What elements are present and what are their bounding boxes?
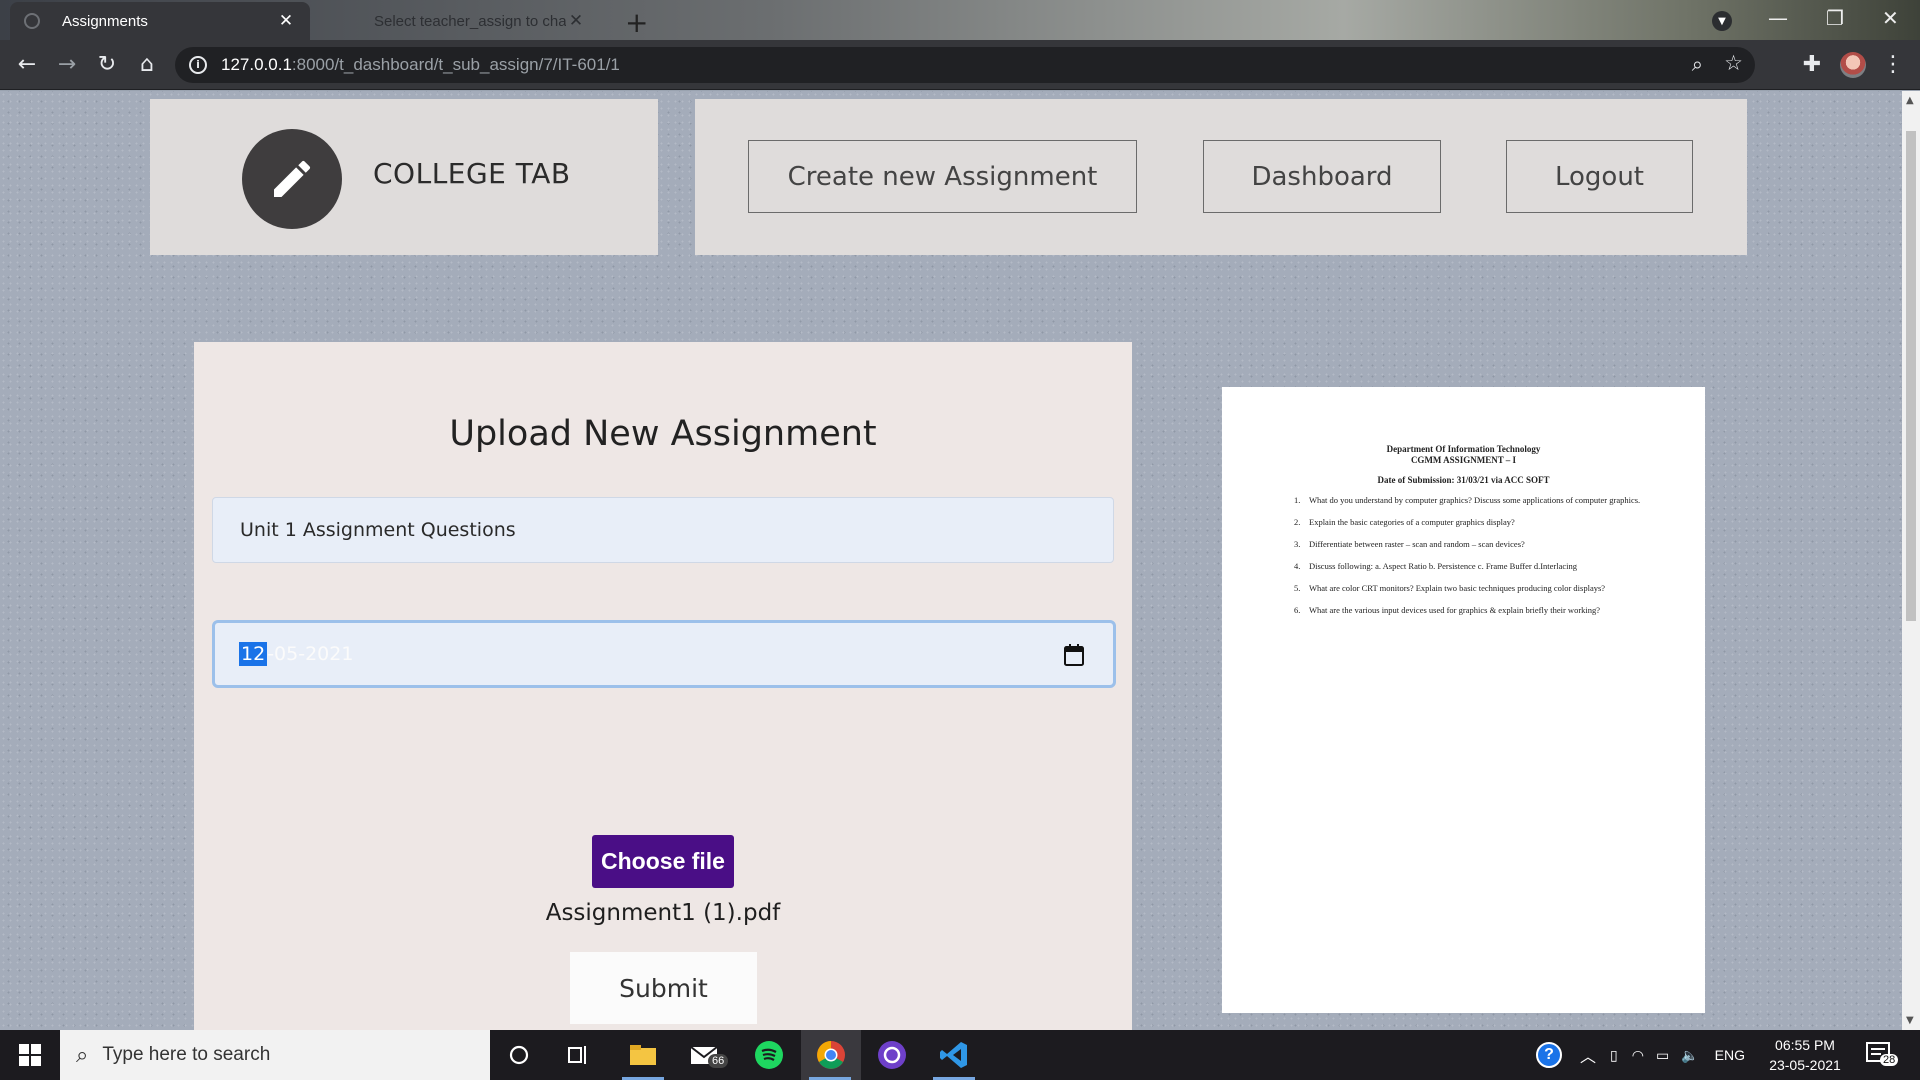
bookmark-star-icon[interactable]: ☆ — [1724, 51, 1743, 75]
help-icon[interactable]: ? — [1536, 1042, 1562, 1068]
clock[interactable]: 06:55 PM 23-05-2021 — [1760, 1035, 1850, 1075]
list-item: 4. Discuss following: a. Aspect Ratio b. … — [1294, 561, 1578, 571]
date-rest-segment[interactable]: -05-2021 — [267, 643, 353, 665]
browser-toolbar: ← → ↻ ⌂ i 127.0.0.1:8000/t_dashboard/t_s… — [0, 40, 1920, 90]
logout-button[interactable]: Logout — [1506, 140, 1693, 213]
tab-assignments[interactable]: Assignments ✕ — [10, 2, 310, 40]
list-item: 6. What are the various input devices use… — [1294, 605, 1601, 615]
task-view-icon[interactable] — [550, 1030, 608, 1080]
mail-badge: 66 — [708, 1054, 729, 1068]
dashboard-button[interactable]: Dashboard — [1203, 140, 1441, 213]
upload-form: Upload New Assignment Unit 1 Assignment … — [194, 342, 1132, 1042]
create-assignment-button[interactable]: Create new Assignment — [748, 140, 1137, 213]
home-icon[interactable]: ⌂ — [134, 52, 160, 78]
close-icon[interactable]: ✕ — [566, 11, 586, 31]
chevron-up-icon[interactable]: ︿ — [1580, 1043, 1596, 1067]
tab-select-teacher-assign[interactable]: Select teacher_assign to change ✕ — [320, 2, 600, 40]
address-bar[interactable]: i 127.0.0.1:8000/t_dashboard/t_sub_assig… — [175, 47, 1755, 83]
clock-time: 06:55 PM — [1775, 1037, 1835, 1053]
question-text: What do you understand by computer graph… — [1309, 495, 1641, 505]
due-date-input[interactable]: 12 -05-2021 — [212, 620, 1116, 688]
vscode-icon[interactable] — [925, 1030, 983, 1080]
scroll-up-icon[interactable]: ▲ — [1906, 95, 1914, 106]
question-text: Differentiate between raster – scan and … — [1309, 539, 1525, 549]
window-close-icon[interactable]: ✕ — [1882, 6, 1899, 30]
pdf-preview[interactable]: Department Of Information Technology CGM… — [1222, 387, 1705, 1013]
url-host: 127.0.0.1 — [221, 55, 292, 74]
menu-icon[interactable]: ⋮ — [1880, 52, 1906, 78]
choose-file-button[interactable]: Choose file — [592, 835, 734, 888]
brand-header: COLLEGE TAB — [150, 99, 658, 255]
list-item: 5. What are color CRT monitors? Explain t… — [1294, 583, 1606, 593]
system-tray: ? ︿ ▯ ◠ ▭ 🔈 ENG — [1536, 1030, 1745, 1080]
chrome-icon[interactable] — [801, 1030, 861, 1080]
list-item: 2. Explain the basic categories of a comp… — [1294, 517, 1515, 527]
reload-icon[interactable]: ↻ — [94, 52, 120, 78]
form-title: Upload New Assignment — [449, 414, 877, 454]
question-text: What are the various input devices used … — [1309, 605, 1601, 615]
device-icon[interactable]: ▯ — [1610, 1047, 1618, 1064]
site-info-icon[interactable]: i — [189, 56, 207, 74]
question-text: Discuss following: a. Aspect Ratio b. Pe… — [1309, 561, 1578, 571]
profile-avatar[interactable] — [1840, 52, 1866, 78]
list-item: 1. What do you understand by computer gra… — [1294, 495, 1641, 505]
loading-favicon-icon — [24, 13, 40, 29]
clock-date: 23-05-2021 — [1769, 1057, 1841, 1073]
restore-icon[interactable]: ❐ — [1826, 6, 1844, 30]
nav-bar: Create new Assignment Dashboard Logout — [695, 99, 1747, 255]
question-text: What are color CRT monitors? Explain two… — [1309, 583, 1606, 593]
zoom-icon[interactable]: ⌕ — [1692, 52, 1703, 76]
wifi-icon[interactable]: ◠ — [1632, 1047, 1644, 1064]
tab-search-icon[interactable]: ▼ — [1712, 11, 1732, 31]
tab-label: Assignments — [62, 12, 148, 30]
preview-assignment-title: CGMM ASSIGNMENT – I — [1410, 455, 1517, 465]
date-day-segment[interactable]: 12 — [239, 642, 268, 666]
preview-submission-date: Date of Submission: 31/03/21 via ACC SOF… — [1377, 475, 1550, 485]
scroll-down-icon[interactable]: ▼ — [1906, 1015, 1914, 1026]
preview-question-list: 1. What do you understand by computer gra… — [1294, 494, 1664, 626]
close-icon[interactable]: ✕ — [276, 11, 296, 31]
notification-icon[interactable]: 28 — [1866, 1042, 1899, 1070]
page-scrollbar[interactable]: ▲ ▼ — [1902, 91, 1920, 1030]
forward-icon[interactable]: → — [54, 52, 80, 78]
language-indicator[interactable]: ENG — [1715, 1047, 1745, 1063]
file-explorer-icon[interactable] — [614, 1030, 672, 1080]
brand-title: COLLEGE TAB — [373, 157, 571, 190]
volume-icon[interactable]: 🔈 — [1681, 1047, 1698, 1064]
minimize-icon[interactable]: — — [1768, 6, 1788, 30]
selected-file-name: Assignment1 (1).pdf — [545, 900, 781, 926]
search-placeholder: Type here to search — [102, 1044, 271, 1065]
spotify-icon[interactable] — [740, 1030, 798, 1080]
url-path: :8000/t_dashboard/t_sub_assign/7/IT-601/… — [291, 55, 620, 74]
battery-icon[interactable]: ▭ — [1656, 1047, 1669, 1064]
windows-start-icon[interactable] — [0, 1030, 60, 1080]
extensions-icon[interactable]: ✚ — [1799, 52, 1825, 78]
tab-label: Select teacher_assign to change — [374, 12, 566, 30]
notification-badge: 28 — [1880, 1054, 1899, 1066]
browser-titlebar: Assignments ✕ Select teacher_assign to c… — [0, 0, 1920, 40]
new-tab-icon[interactable]: + — [625, 6, 648, 39]
preview-department: Department Of Information Technology — [1386, 444, 1541, 454]
list-item: 3. Differentiate between raster – scan an… — [1294, 539, 1525, 549]
question-text: Explain the basic categories of a comput… — [1309, 517, 1515, 527]
mail-icon[interactable]: 66 — [676, 1030, 734, 1080]
assignment-name-input[interactable]: Unit 1 Assignment Questions — [212, 497, 1114, 563]
scrollbar-thumb[interactable] — [1906, 131, 1916, 621]
pencil-icon — [242, 129, 342, 229]
back-icon[interactable]: ← — [14, 52, 40, 78]
github-desktop-icon[interactable] — [863, 1030, 921, 1080]
submit-button[interactable]: Submit — [570, 952, 757, 1024]
cortana-icon[interactable] — [490, 1030, 548, 1080]
taskbar-search-input[interactable]: ⌕ Type here to search — [60, 1030, 490, 1080]
page-content: COLLEGE TAB Create new Assignment Dashbo… — [0, 91, 1902, 1042]
calendar-icon[interactable] — [1063, 643, 1085, 671]
search-icon: ⌕ — [76, 1042, 89, 1067]
windows-taskbar: ⌕ Type here to search 66 ? ︿ ▯ ◠ ▭ 🔈 ENG… — [0, 1030, 1920, 1080]
